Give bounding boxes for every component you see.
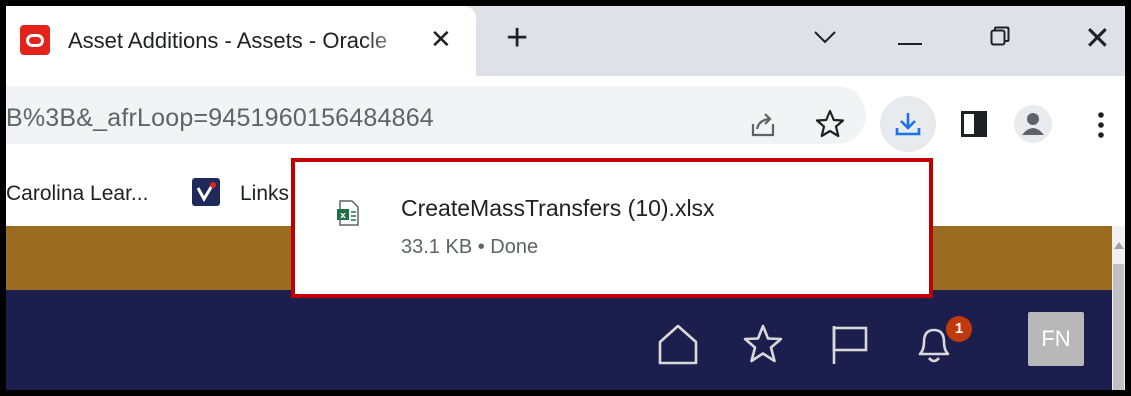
home-icon[interactable] [656, 322, 700, 366]
bookmark-star-icon[interactable] [814, 108, 846, 140]
excel-file-icon: x [337, 200, 359, 226]
side-panel-icon[interactable] [960, 110, 988, 138]
browser-window: Asset Additions - Assets - Oracle ✕ + ✕ … [6, 6, 1125, 390]
share-icon[interactable] [748, 110, 778, 140]
links-bookmark-icon[interactable] [192, 178, 220, 206]
address-bar-url[interactable]: B%3B&_afrLoop=9451960156484864 [6, 104, 434, 133]
download-bubble: x CreateMassTransfers (10).xlsx 33.1 KB … [291, 158, 933, 298]
scrollbar-thumb[interactable] [1113, 264, 1124, 390]
profile-avatar-icon [1022, 113, 1044, 135]
watchlist-flag-icon[interactable] [828, 322, 872, 366]
tab-close-button[interactable]: ✕ [430, 24, 452, 54]
tab-title: Asset Additions - Assets - Oracle [68, 28, 388, 53]
user-avatar-button[interactable]: FN [1028, 312, 1084, 366]
bookmark-links[interactable]: Links [240, 182, 289, 206]
minimize-button[interactable] [898, 43, 922, 45]
favorites-star-icon[interactable] [741, 322, 785, 366]
restore-button[interactable] [990, 26, 1010, 46]
download-status: 33.1 KB • Done [401, 236, 539, 258]
new-tab-button[interactable]: + [506, 18, 528, 58]
tab-search-chevron-icon[interactable] [810, 22, 840, 52]
window-close-button[interactable]: ✕ [1084, 20, 1111, 56]
oracle-favicon-icon [20, 25, 50, 55]
svg-text:x: x [340, 211, 346, 221]
menu-kebab-icon[interactable] [1096, 110, 1106, 140]
download-filename[interactable]: CreateMassTransfers (10).xlsx [401, 195, 715, 222]
download-icon [895, 113, 921, 136]
bookmark-carolina-learn[interactable]: Carolina Lear... [6, 182, 148, 206]
profile-button[interactable] [1014, 105, 1052, 143]
tab-strip: Asset Additions - Assets - Oracle ✕ + ✕ [6, 6, 1125, 76]
scroll-up-arrow-icon[interactable] [1114, 242, 1124, 249]
tab-asset-additions[interactable]: Asset Additions - Assets - Oracle ✕ [6, 6, 476, 76]
notification-badge: 1 [946, 316, 972, 342]
